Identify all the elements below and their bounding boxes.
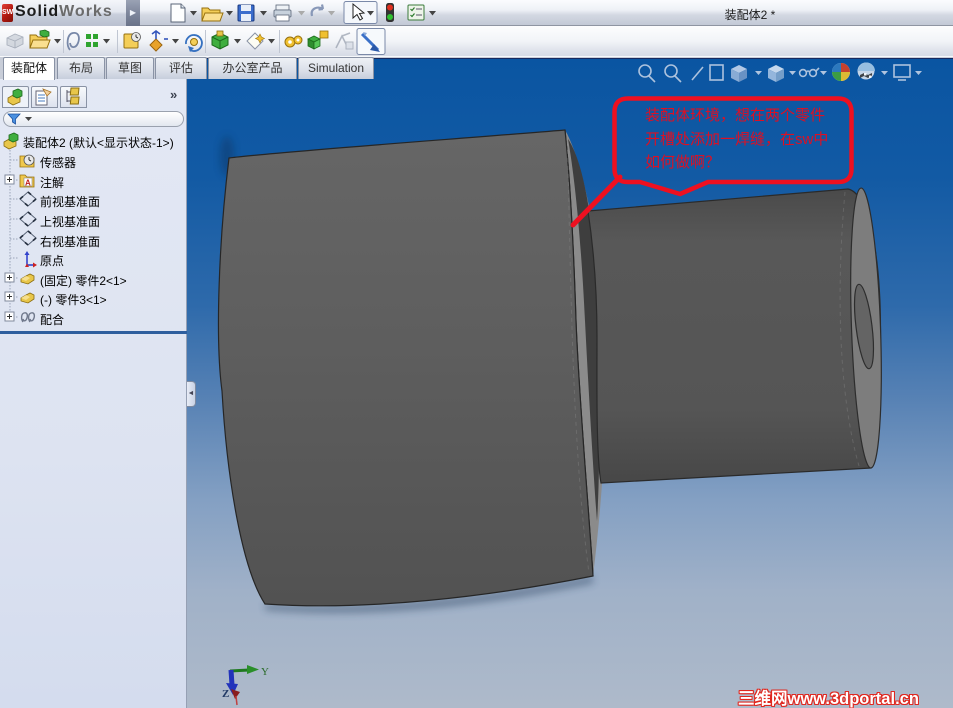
svg-text:A: A: [25, 179, 31, 188]
svg-text:Z: Z: [222, 688, 229, 700]
svg-text:Y: Y: [261, 666, 269, 678]
